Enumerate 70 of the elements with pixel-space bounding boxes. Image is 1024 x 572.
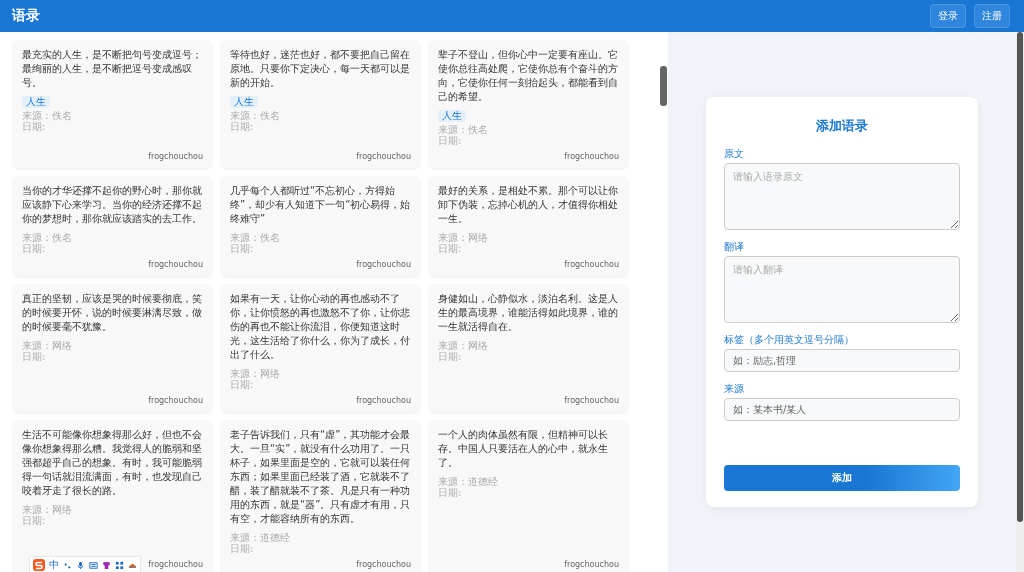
- input-field[interactable]: 如：励志,哲理: [724, 349, 960, 372]
- quote-source: 来源：网络: [438, 232, 489, 243]
- quote-date: 日期:: [230, 121, 255, 132]
- quote-source: 来源：网络: [22, 340, 73, 351]
- grid-icon[interactable]: [115, 560, 124, 570]
- quote-source: 来源：网络: [438, 340, 489, 351]
- field-label: 原文: [724, 147, 745, 161]
- quote-source: 来源：佚名: [22, 232, 73, 243]
- quote-author: frogchouchou: [564, 559, 619, 570]
- quote-date: 日期:: [438, 243, 463, 254]
- quote-source: 来源：网络: [22, 504, 73, 515]
- input-field[interactable]: 如：某本书/某人: [724, 398, 960, 421]
- quote-source: 来源：道德经: [230, 532, 291, 543]
- quote-author: frogchouchou: [148, 259, 203, 270]
- quote-author: frogchouchou: [148, 395, 203, 406]
- quote-text: 几乎每个人都听过“不忘初心，方得始终”，却少有人知道下一句“初心易得，始终难守”: [230, 184, 411, 226]
- quote-source: 来源：佚名: [438, 124, 489, 135]
- quote-author: frogchouchou: [148, 559, 203, 570]
- field-label: 翻译: [724, 240, 745, 254]
- quote-text: 最好的关系，是相处不累。那个可以让你卸下伪装，忘掉心机的人，才值得你相处一生。: [438, 184, 619, 226]
- quote-date: 日期:: [22, 515, 47, 526]
- ime-mode[interactable]: 中: [49, 558, 59, 572]
- quote-date: 日期:: [230, 243, 255, 254]
- quote-source: 来源：网络: [230, 368, 281, 379]
- quote-text: 如果有一天，让你心动的再也感动不了你，让你愤怒的再也激怒不了你，让你悲伤的再也不能让你流泪，你便知道这时光，这生活给了你什么，你为了成长，付出了什么。: [230, 292, 411, 362]
- text-area[interactable]: 请输入翻译: [724, 256, 960, 323]
- quote-source: 来源：佚名: [22, 110, 73, 121]
- quote-date: 日期:: [230, 543, 255, 554]
- quote-date: 日期:: [22, 351, 47, 362]
- quote-text: 身健如山，心静似水，淡泊名利。这是人生的最高境界，谁能活得如此境界，谁的一生就活得自在。: [438, 292, 619, 334]
- quote-text: 老子告诉我们，只有“虚”，其功能才会最大。一旦“实”，就没有什么功用了。一只杯子，如果里面是空的，它就可以装任何东西；如果里面已经装了酒，它就装不了醋，装了醋就装不了茶。凡是只有一种功用的东西，就是“器”。只有虚才有用，只有空，才能容纳所有的东西。: [230, 428, 411, 526]
- field-label: 标签（多个用英文逗号分隔）: [724, 333, 855, 347]
- quote-text: 真正的坚韧，应该是哭的时候要彻底，笑的时候要开怀，说的时候要淋漓尽致，做的时候要毫不犹豫。: [22, 292, 203, 334]
- tag: 人生: [22, 96, 50, 108]
- quote-author: frogchouchou: [356, 559, 411, 570]
- quote-date: 日期:: [22, 243, 47, 254]
- quote-text: 最充实的人生，是不断把句号变成逗号；最绚丽的人生，是不断把逗号变成感叹号。: [22, 48, 203, 90]
- microphone-icon[interactable]: [76, 560, 85, 570]
- quote-author: frogchouchou: [356, 151, 411, 162]
- keyboard-icon[interactable]: [89, 560, 98, 570]
- quote-source: 来源：佚名: [230, 110, 281, 121]
- quote-date: 日期:: [230, 379, 255, 390]
- quote-author: frogchouchou: [148, 151, 203, 162]
- quote-source: 来源：道德经: [438, 476, 499, 487]
- quote-author: frogchouchou: [356, 259, 411, 270]
- submit-button[interactable]: 添加: [724, 465, 960, 491]
- quote-date: 日期:: [438, 351, 463, 362]
- quote-text: 等待也好，迷茫也好，都不要把自己留在原地。只要你下定决心，每一天都可以是新的开始。: [230, 48, 411, 90]
- app-title: 语录: [12, 7, 40, 25]
- text-area[interactable]: 请输入语录原文: [724, 163, 960, 230]
- tag: 人生: [230, 96, 258, 108]
- quote-date: 日期:: [438, 487, 463, 498]
- form-title: 添加语录: [815, 117, 869, 135]
- quote-text: 辈子不登山，但你心中一定要有座山。它使你总往高处爬，它使你总有个奋斗的方向，它使你任何一刻抬起头，都能看到自己的希望。: [438, 48, 619, 104]
- quote-date: 日期:: [438, 135, 463, 146]
- quote-text: 生活不可能像你想象得那么好，但也不会像你想象得那么糟。我觉得人的脆弱和坚强都超乎自己的想象。有时，我可能脆弱得一句话就泪流满面，有时，也发现自己咬着牙走了很长的路。: [22, 428, 203, 498]
- field-label: 来源: [724, 382, 745, 396]
- quote-text: 当你的才华还撑不起你的野心时，那你就应该静下心来学习。当你的经济还撑不起你的梦想时，那你就应该踏实的去工作。: [22, 184, 203, 226]
- tag: 人生: [438, 110, 466, 122]
- quote-author: frogchouchou: [564, 259, 619, 270]
- page-scrollbar[interactable]: [1016, 32, 1024, 572]
- quote-source: 来源：佚名: [230, 232, 281, 243]
- header-button[interactable]: 注册: [974, 4, 1010, 28]
- quote-date: 日期:: [22, 121, 47, 132]
- ime-logo-icon[interactable]: [33, 559, 45, 571]
- quote-author: frogchouchou: [356, 395, 411, 406]
- quote-author: frogchouchou: [564, 395, 619, 406]
- quote-text: 一个人的肉体虽然有限，但精神可以长存。中国人只要活在人的心中，就永生了。: [438, 428, 609, 470]
- header-button[interactable]: 登录: [930, 4, 966, 28]
- quote-author: frogchouchou: [564, 151, 619, 162]
